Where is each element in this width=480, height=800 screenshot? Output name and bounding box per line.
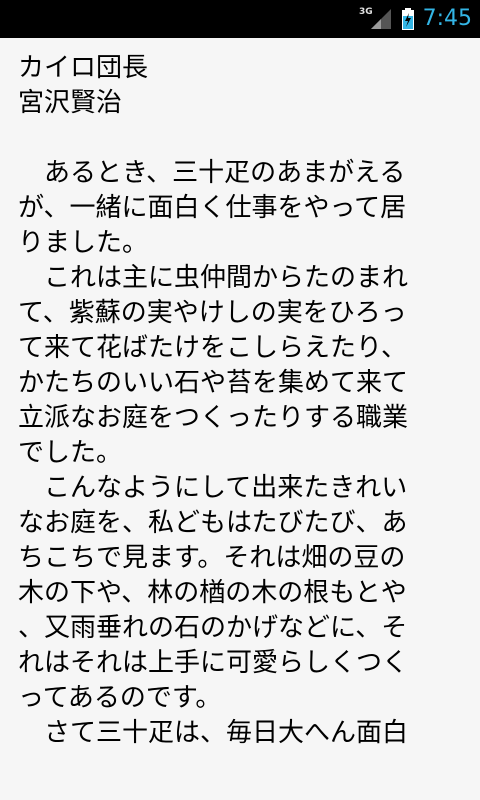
document-content[interactable]: カイロ団長 宮沢賢治 あるとき、三十疋のあまがえる が、一緒に面白く仕事をやって…: [18, 51, 470, 751]
text-line: 木の下や、林の楢の木の根もとや: [18, 578, 407, 608]
text-line: ちこちで見ます。それは畑の豆の: [18, 543, 406, 573]
text-line: りました。: [18, 228, 149, 258]
text-line: 立派なお庭をつくったりする職業: [18, 403, 409, 433]
status-bar: 3G 7:45: [0, 0, 480, 38]
text-line: ってあるのです。: [18, 683, 222, 713]
text-line: でした。: [18, 438, 123, 468]
text-line: これは主に虫仲間からたのまれ: [18, 263, 409, 293]
status-icons: 3G 7:45: [359, 0, 472, 38]
battery-charging-icon: [401, 8, 414, 30]
text-line: て、紫蘇の実やけしの実をひろっ: [18, 298, 407, 328]
text-line: かたちのいい石や苔を集めて来て: [18, 368, 409, 398]
text-line: 、又雨垂れの石のかげなどに、そ: [18, 613, 408, 643]
text-line: こんなようにして出来たきれい: [18, 473, 408, 503]
text-line: あるとき、三十疋のあまがえる: [18, 158, 406, 188]
clock: 7:45: [422, 6, 472, 31]
text-line: さて三十疋は、毎日大へん面白: [18, 718, 409, 748]
document-author: 宮沢賢治: [18, 88, 123, 118]
text-line: が、一緒に面白く仕事をやって居: [18, 193, 407, 223]
text-line: れはそれは上手に可愛らしくつく: [18, 648, 409, 678]
network-type-label: 3G: [358, 7, 373, 17]
text-line: なお庭を、私どもはたびたび、あ: [18, 508, 408, 538]
text-line: て来て花ばたけをこしらえたり、: [18, 333, 407, 363]
document-title: カイロ団長: [18, 53, 149, 83]
